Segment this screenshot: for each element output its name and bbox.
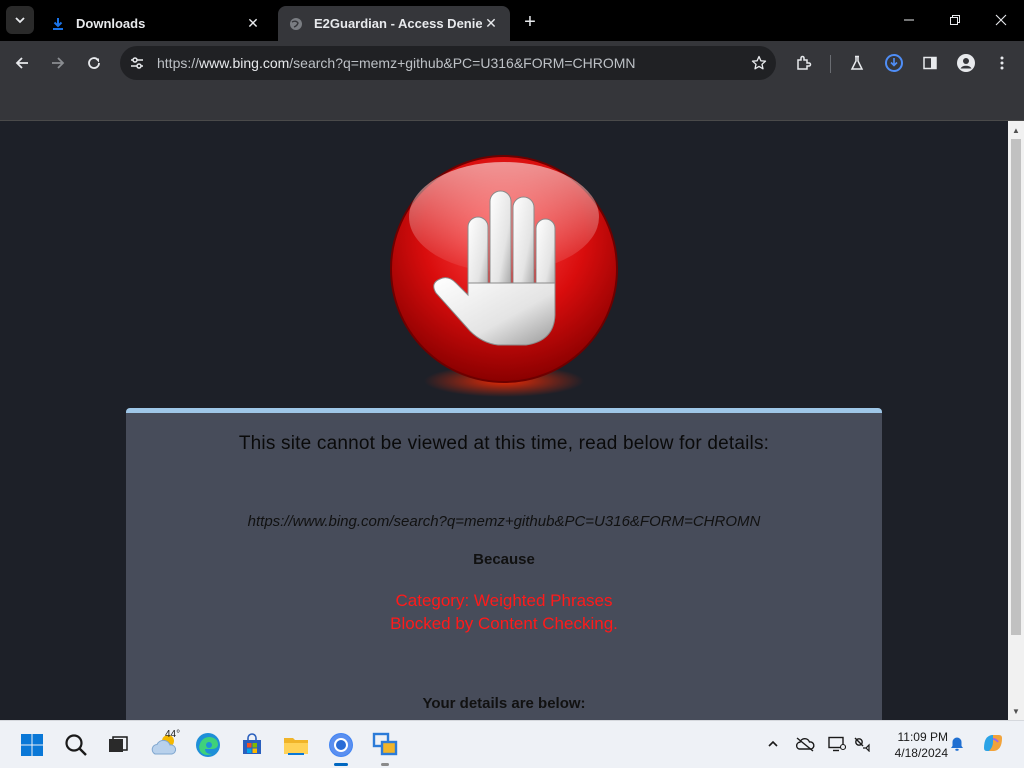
- scroll-down-arrow-icon[interactable]: ▼: [1008, 704, 1024, 718]
- weather-temperature: 44°: [165, 729, 181, 740]
- browser-toolbar: https://www.bing.com/search?q=memz+githu…: [0, 41, 1024, 85]
- tab-strip: Downloads ✕ E2Guardian - Access Denied ✕…: [0, 0, 1024, 41]
- arrow-left-icon: [15, 57, 28, 69]
- page-title: This site cannot be viewed at this time,…: [238, 433, 770, 454]
- copilot-button[interactable]: [980, 730, 1006, 756]
- edge-icon: [196, 733, 220, 757]
- url-host: www.bing.com: [199, 55, 290, 71]
- monitor-icon: [828, 736, 846, 752]
- bookmark-star-button[interactable]: [742, 55, 776, 71]
- profile-button[interactable]: [952, 49, 980, 77]
- extensions-button[interactable]: [790, 49, 818, 77]
- chevron-up-icon: [768, 740, 778, 747]
- close-window-button[interactable]: [978, 6, 1024, 34]
- block-category-text: Category: Weighted Phrases: [395, 591, 613, 610]
- tab-title: Downloads: [76, 16, 146, 31]
- tab-access-denied[interactable]: E2Guardian - Access Denied ✕: [278, 6, 510, 41]
- chrome-icon: [329, 733, 353, 757]
- tune-icon: [131, 57, 143, 69]
- system-clock[interactable]: 11:09 PM 4/18/2024: [880, 729, 948, 761]
- menu-button[interactable]: [988, 49, 1016, 77]
- search-icon: [65, 734, 87, 756]
- globe-icon: [288, 16, 304, 32]
- arrow-right-icon: [52, 57, 65, 69]
- clock-time: 11:09 PM: [897, 730, 948, 744]
- avatar-icon: [957, 54, 975, 72]
- close-icon[interactable]: ✕: [482, 15, 500, 33]
- because-label: Because: [473, 551, 535, 568]
- folder-icon: [284, 738, 308, 755]
- vertical-scrollbar[interactable]: ▲ ▼: [1008, 121, 1024, 720]
- site-info-button[interactable]: [120, 46, 154, 80]
- windows-taskbar: 44° 11:09 PM 4/18/2024: [0, 720, 1024, 768]
- details-label: Your details are below:: [422, 695, 586, 712]
- url-scheme: https://: [157, 55, 200, 71]
- cloud-off-icon: [795, 737, 815, 752]
- reload-icon: [88, 57, 100, 69]
- store-icon: [243, 733, 261, 754]
- notifications-button[interactable]: [946, 733, 968, 755]
- tab-search-button[interactable]: [6, 6, 34, 34]
- windows-logo-icon: [21, 734, 43, 756]
- stop-hand-icon: [390, 155, 618, 397]
- scroll-up-arrow-icon[interactable]: ▲: [1008, 123, 1024, 137]
- side-panel-icon: [923, 56, 937, 70]
- scrollbar-thumb[interactable]: [1011, 139, 1021, 635]
- download-icon: [50, 16, 66, 32]
- restore-button[interactable]: [932, 6, 978, 34]
- restore-icon: [950, 15, 960, 25]
- more-vertical-icon: [1000, 56, 1004, 70]
- taskbar-remote-app[interactable]: [369, 729, 401, 766]
- labs-button[interactable]: [843, 49, 871, 77]
- url-text[interactable]: https://www.bing.com/search?q=memz+githu…: [154, 55, 742, 71]
- back-button[interactable]: [8, 49, 36, 77]
- flask-icon: [850, 55, 864, 70]
- onedrive-tray[interactable]: [794, 733, 816, 755]
- reload-button[interactable]: [80, 49, 108, 77]
- url-path: /search?q=memz+github&PC=U316&FORM=CHROM…: [289, 55, 636, 71]
- chevron-down-icon: [15, 17, 25, 24]
- taskbar-file-explorer[interactable]: [280, 729, 312, 761]
- minimize-button[interactable]: [886, 6, 932, 34]
- remote-desktop-icon: [372, 732, 398, 756]
- tab-title: E2Guardian - Access Denied: [314, 16, 482, 31]
- clock-date: 4/18/2024: [894, 746, 948, 760]
- block-reason-text: Blocked by Content Checking.: [390, 614, 618, 633]
- blocked-url-text: https://www.bing.com/search?q=memz+githu…: [247, 513, 761, 530]
- block-details-panel: This site cannot be viewed at this time,…: [126, 408, 882, 720]
- search-button[interactable]: [60, 729, 92, 761]
- forward-button[interactable]: [44, 49, 72, 77]
- network-volume-tray[interactable]: [851, 733, 873, 755]
- close-icon[interactable]: ✕: [244, 15, 262, 33]
- taskbar-chrome[interactable]: [325, 729, 357, 766]
- bell-icon: [951, 737, 963, 751]
- display-tray[interactable]: [826, 733, 848, 755]
- show-hidden-icons-button[interactable]: [762, 733, 784, 755]
- network-off-icon: [854, 737, 870, 752]
- task-view-icon: [109, 736, 128, 752]
- puzzle-icon: [797, 55, 812, 70]
- tab-downloads[interactable]: Downloads ✕: [40, 6, 272, 41]
- close-icon: [995, 14, 1007, 26]
- toolbar-divider: [830, 55, 831, 73]
- minimize-icon: [904, 19, 914, 21]
- taskbar-store[interactable]: [236, 729, 268, 761]
- task-view-button[interactable]: [102, 729, 134, 761]
- download-progress-button[interactable]: [880, 49, 908, 77]
- taskbar-edge[interactable]: [192, 729, 224, 761]
- bookmarks-bar: [0, 85, 1024, 121]
- star-icon: [751, 55, 767, 70]
- start-button[interactable]: [16, 729, 48, 761]
- new-tab-button[interactable]: +: [518, 10, 542, 34]
- address-bar[interactable]: https://www.bing.com/search?q=memz+githu…: [120, 46, 776, 80]
- copilot-icon: [984, 735, 1002, 751]
- page-viewport: This site cannot be viewed at this time,…: [0, 121, 1008, 720]
- side-panel-button[interactable]: [916, 49, 944, 77]
- download-progress-icon: [885, 54, 903, 72]
